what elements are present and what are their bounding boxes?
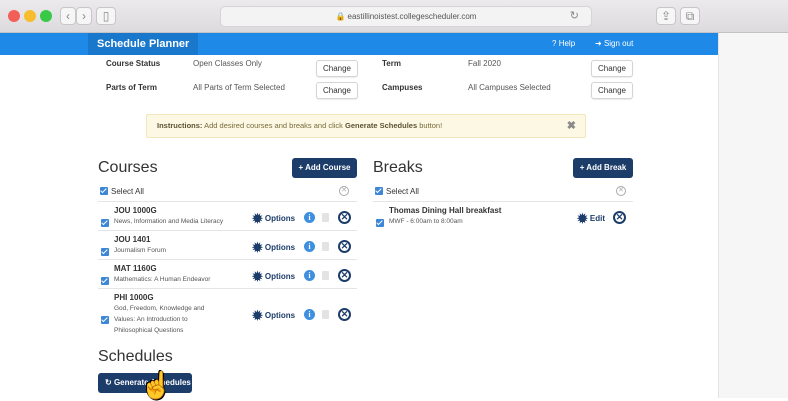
course-options-button[interactable]: ✹ Options bbox=[252, 269, 295, 285]
break-time: MWF - 6:00am to 8:00am bbox=[389, 218, 463, 225]
break-name: Thomas Dining Hall breakfast bbox=[389, 206, 502, 215]
delete-course-icon[interactable]: ✕ bbox=[338, 211, 351, 224]
change-parts-of-term-button[interactable]: Change bbox=[316, 82, 358, 99]
gear-icon: ✹ bbox=[252, 211, 263, 226]
courses-select-all[interactable]: Select All bbox=[100, 187, 144, 196]
course-options-button[interactable]: ✹ Options bbox=[252, 240, 295, 256]
instructions-label: Instructions: bbox=[157, 121, 203, 130]
forward-button[interactable]: › bbox=[76, 7, 92, 25]
schedules-heading: Schedules bbox=[98, 348, 173, 365]
checkbox-icon bbox=[100, 187, 108, 195]
course-checkbox[interactable] bbox=[101, 271, 112, 289]
info-icon[interactable]: i bbox=[304, 241, 315, 252]
course-name: Mathematics: A Human Endeavor bbox=[114, 276, 211, 283]
hand-pointer-cursor: ☝ bbox=[140, 370, 173, 400]
tabs-overview-icon[interactable]: ⧉ bbox=[680, 7, 700, 25]
course-options-button[interactable]: ✹ Options bbox=[252, 211, 295, 227]
term-value: Fall 2020 bbox=[468, 59, 501, 68]
breaks-select-all[interactable]: Select All bbox=[375, 187, 419, 196]
lock-icon[interactable] bbox=[322, 271, 329, 280]
campuses-label: Campuses bbox=[382, 83, 423, 92]
course-name: Journalism Forum bbox=[114, 247, 167, 254]
change-term-button[interactable]: Change bbox=[591, 60, 633, 77]
help-icon: ? bbox=[552, 39, 557, 48]
browser-toolbar: ‹ › ▯ 🔒 eastillinoistest.collegescheduler… bbox=[0, 0, 788, 33]
edit-break-button[interactable]: ✹ Edit bbox=[577, 211, 605, 227]
checkbox-icon bbox=[375, 187, 383, 195]
zoom-window-button[interactable] bbox=[40, 10, 52, 22]
course-code: JOU 1000G bbox=[114, 206, 157, 215]
lock-icon[interactable] bbox=[322, 310, 329, 319]
app-brand[interactable]: Schedule Planner bbox=[88, 33, 199, 55]
add-course-button[interactable]: + Add Course bbox=[292, 158, 357, 178]
course-options-button[interactable]: ✹ Options bbox=[252, 308, 295, 324]
back-button[interactable]: ‹ bbox=[60, 7, 76, 25]
lock-icon: 🔒 bbox=[335, 12, 346, 21]
course-checkbox[interactable] bbox=[101, 242, 112, 260]
app-header: Schedule Planner ? Help ➜ Sign out bbox=[0, 33, 718, 55]
course-status-value: Open Classes Only bbox=[193, 59, 262, 68]
course-name-line2: Values: An Introduction to bbox=[114, 316, 188, 323]
parts-of-term-value: All Parts of Term Selected bbox=[193, 83, 285, 92]
course-name-line1: God, Freedom, Knowledge and bbox=[114, 305, 205, 312]
gear-icon: ✹ bbox=[577, 211, 588, 226]
parts-of-term-label: Parts of Term bbox=[106, 83, 157, 92]
lock-icon[interactable] bbox=[322, 242, 329, 251]
clear-breaks-icon[interactable]: ✕ bbox=[616, 186, 626, 196]
course-row: MAT 1160G Mathematics: A Human Endeavor … bbox=[98, 259, 357, 288]
term-label: Term bbox=[382, 59, 401, 68]
delete-break-icon[interactable]: ✕ bbox=[613, 211, 626, 224]
clear-courses-icon[interactable]: ✕ bbox=[339, 186, 349, 196]
course-code: MAT 1160G bbox=[114, 264, 157, 273]
add-break-button[interactable]: + Add Break bbox=[573, 158, 633, 178]
refresh-icon: ↻ bbox=[105, 378, 112, 387]
minimize-window-button[interactable] bbox=[24, 10, 36, 22]
instructions-banner: Instructions: Add desired courses and br… bbox=[146, 114, 586, 138]
campuses-value: All Campuses Selected bbox=[468, 83, 551, 92]
close-instructions-icon[interactable]: ✖ bbox=[567, 115, 576, 137]
courses-heading: Courses bbox=[98, 159, 158, 176]
instructions-text: Add desired courses and breaks and click bbox=[204, 121, 343, 130]
instructions-text-end: button! bbox=[419, 121, 443, 130]
gear-icon: ✹ bbox=[252, 269, 263, 284]
help-link[interactable]: ? Help bbox=[552, 33, 575, 55]
delete-course-icon[interactable]: ✕ bbox=[338, 240, 351, 253]
change-course-status-button[interactable]: Change bbox=[316, 60, 358, 77]
url-text: eastillinoistest.collegescheduler.com bbox=[347, 12, 477, 21]
delete-course-icon[interactable]: ✕ bbox=[338, 269, 351, 282]
break-row: Thomas Dining Hall breakfast MWF - 6:00a… bbox=[373, 201, 633, 230]
gear-icon: ✹ bbox=[252, 240, 263, 255]
share-icon[interactable]: ⇪ bbox=[656, 7, 676, 25]
course-checkbox[interactable] bbox=[101, 213, 112, 231]
signout-link[interactable]: ➜ Sign out bbox=[595, 33, 633, 55]
course-checkbox[interactable] bbox=[101, 310, 112, 328]
course-row: JOU 1000G News, Information and Media Li… bbox=[98, 201, 357, 230]
reload-icon[interactable]: ↻ bbox=[570, 7, 579, 26]
signout-icon: ➜ bbox=[595, 39, 602, 48]
change-campuses-button[interactable]: Change bbox=[591, 82, 633, 99]
breaks-heading: Breaks bbox=[373, 159, 423, 176]
course-row: JOU 1401 Journalism Forum ✹ Options i ✕ bbox=[98, 230, 357, 259]
lock-icon[interactable] bbox=[322, 213, 329, 222]
course-name: News, Information and Media Literacy bbox=[114, 218, 224, 225]
course-code: JOU 1401 bbox=[114, 235, 151, 244]
close-window-button[interactable] bbox=[8, 10, 20, 22]
info-icon[interactable]: i bbox=[304, 270, 315, 281]
course-code: PHI 1000G bbox=[114, 293, 154, 302]
info-icon[interactable]: i bbox=[304, 309, 315, 320]
address-bar[interactable]: 🔒 eastillinoistest.collegescheduler.com ↻ bbox=[220, 6, 592, 27]
page-gutter bbox=[718, 33, 788, 398]
break-checkbox[interactable] bbox=[376, 213, 387, 231]
course-row: PHI 1000G God, Freedom, Knowledge and Va… bbox=[98, 288, 357, 338]
info-icon[interactable]: i bbox=[304, 212, 315, 223]
instructions-button-ref: Generate Schedules bbox=[345, 121, 418, 130]
gear-icon: ✹ bbox=[252, 308, 263, 323]
sidebar-toggle-icon[interactable]: ▯ bbox=[96, 7, 116, 25]
delete-course-icon[interactable]: ✕ bbox=[338, 308, 351, 321]
course-status-label: Course Status bbox=[106, 59, 161, 68]
course-name-line3: Philosophical Questions bbox=[114, 327, 184, 334]
